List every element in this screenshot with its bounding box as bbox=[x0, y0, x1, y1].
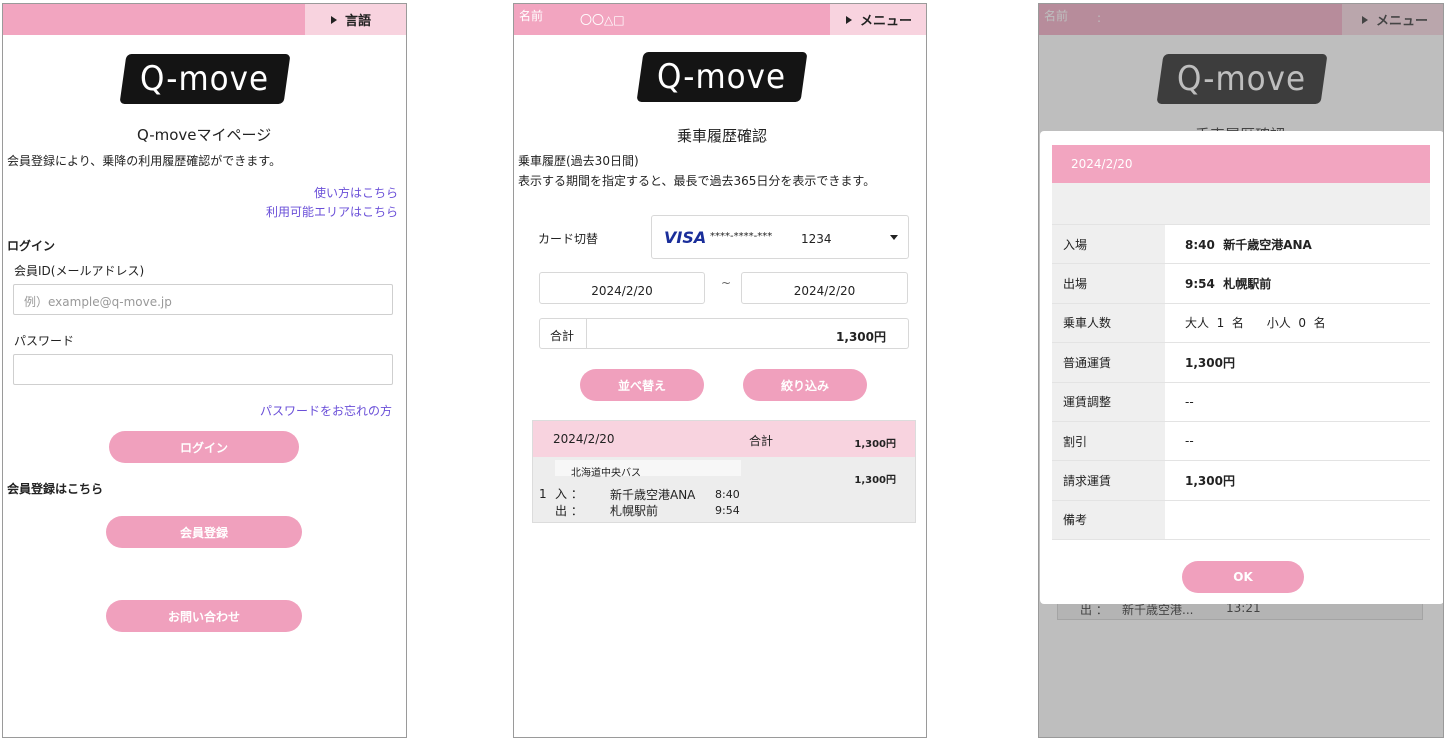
detail-key: 備考 bbox=[1052, 500, 1165, 540]
detail-value: 8:40 新千歳空港ANA bbox=[1185, 237, 1312, 252]
exit-stop: 札幌駅前 bbox=[610, 504, 659, 518]
entry-label: 入 ： bbox=[555, 487, 583, 501]
list-header-total-value: 1,300円 bbox=[854, 439, 896, 450]
member-id-label: 会員ID(メールアドレス) bbox=[14, 264, 145, 278]
ok-button[interactable]: OK bbox=[1182, 561, 1304, 593]
dialog-spacer bbox=[1052, 183, 1430, 225]
detail-value: -- bbox=[1185, 434, 1194, 449]
history-description: 表示する期間を指定すると、最長で過去365日分を表示できます。 bbox=[518, 174, 876, 188]
name-value: 〇〇△□ bbox=[580, 13, 625, 27]
detail-value: 大人 1 名 小人 0 名 bbox=[1185, 316, 1326, 331]
filter-button[interactable]: 絞り込み bbox=[743, 369, 867, 401]
detail-row: 運賃調整 -- bbox=[1052, 382, 1430, 422]
menu-button[interactable]: メニュー bbox=[830, 4, 926, 35]
detail-key: 割引 bbox=[1052, 421, 1165, 461]
detail-key: 入場 bbox=[1052, 225, 1165, 264]
divider bbox=[586, 319, 587, 348]
page-title: Q-moveマイページ bbox=[137, 126, 272, 144]
entry-stop: 新千歳空港ANA bbox=[610, 488, 696, 502]
detail-row: 請求運賃 1,300円 bbox=[1052, 461, 1430, 501]
detail-row: 乗車人数 大人 1 名 小人 0 名 bbox=[1052, 303, 1430, 344]
sort-button[interactable]: 並べ替え bbox=[580, 369, 704, 401]
trip-index: 1 bbox=[539, 487, 547, 501]
dialog-date: 2024/2/20 bbox=[1052, 145, 1430, 183]
contact-button[interactable]: お問い合わせ bbox=[106, 600, 302, 632]
date-range-separator: ~ bbox=[721, 276, 732, 290]
register-heading: 会員登録はこちら bbox=[7, 482, 104, 496]
detail-row: 入場 8:40 新千歳空港ANA bbox=[1052, 225, 1430, 265]
detail-value: 1,300円 bbox=[1185, 474, 1235, 489]
card-switch-label: カード切替 bbox=[538, 232, 599, 246]
register-button[interactable]: 会員登録 bbox=[106, 516, 302, 548]
member-id-input[interactable]: 例）example@q-move.jp bbox=[13, 284, 393, 315]
operator-name: 北海道中央バス bbox=[571, 468, 641, 479]
detail-row: 出場 9:54 札幌駅前 bbox=[1052, 264, 1430, 304]
password-label: パスワード bbox=[14, 334, 75, 348]
q-move-logo: Q-move bbox=[119, 54, 291, 104]
history-range-text: 乗車履歴(過去30日間) bbox=[518, 154, 639, 168]
ride-history-screen: 名前 〇〇△□ メニュー Q-move 乗車履歴確認 乗車履歴(過去30日間) … bbox=[513, 3, 927, 738]
card-select[interactable]: VISA ****-****-*** 1234 bbox=[651, 215, 909, 259]
detail-key: 普通運賃 bbox=[1052, 343, 1165, 382]
detail-key: 出場 bbox=[1052, 264, 1165, 303]
card-mask: ****-****-*** bbox=[710, 231, 773, 242]
login-screen: 言語 Q-move Q-moveマイページ 会員登録により、乗降の利用履歴確認が… bbox=[2, 3, 407, 738]
detail-key: 請求運賃 bbox=[1052, 461, 1165, 500]
list-header-total-label: 合計 bbox=[749, 434, 774, 448]
login-button[interactable]: ログイン bbox=[109, 431, 299, 463]
triangle-right-icon bbox=[331, 15, 337, 24]
menu-label: メニュー bbox=[860, 14, 913, 29]
detail-value bbox=[1165, 501, 1430, 539]
list-item[interactable]: 北海道中央バス 1,300円 1 入 ： 新千歳空港ANA 8:40 出 ： 札… bbox=[533, 458, 915, 523]
language-label: 言語 bbox=[345, 14, 372, 29]
triangle-right-icon bbox=[846, 15, 852, 24]
page-title: 乗車履歴確認 bbox=[677, 127, 768, 145]
detail-table: 2024/2/20 入場 8:40 新千歳空港ANA 出場 9:54 札幌駅前乗車人数… bbox=[1052, 145, 1430, 541]
exit-label: 出 ： bbox=[555, 504, 583, 518]
detail-key: 運賃調整 bbox=[1052, 382, 1165, 421]
exit-time: 9:54 bbox=[715, 504, 740, 517]
login-heading: ログイン bbox=[7, 239, 56, 253]
entry-time: 8:40 bbox=[715, 488, 740, 501]
forgot-password-link[interactable]: パスワードをお忘れの方 bbox=[260, 402, 392, 419]
name-label: 名前 bbox=[519, 9, 544, 23]
date-from-field[interactable]: 2024/2/20 bbox=[539, 272, 705, 304]
trip-fare: 1,300円 bbox=[854, 475, 896, 486]
ride-detail-screen: 名前 : メニュー Q-move 乗車履歴確認 出 ： 新千歳空港... 13:… bbox=[1038, 3, 1444, 738]
page-description: 会員登録により、乗降の利用履歴確認ができます。 bbox=[7, 154, 282, 168]
usage-link[interactable]: 使い方はこちら bbox=[314, 184, 398, 201]
total-label: 合計 bbox=[550, 329, 575, 343]
password-input[interactable] bbox=[13, 354, 393, 385]
detail-key: 乗車人数 bbox=[1052, 303, 1165, 343]
list-header-date: 2024/2/20 bbox=[553, 432, 615, 446]
visa-icon: VISA bbox=[664, 228, 707, 247]
detail-value: -- bbox=[1185, 394, 1194, 409]
history-list: 2024/2/20 合計 1,300円 北海道中央バス 1,300円 1 入 ：… bbox=[532, 420, 916, 523]
date-to-field[interactable]: 2024/2/20 bbox=[741, 272, 908, 304]
language-button[interactable]: 言語 bbox=[305, 4, 406, 35]
detail-row: 割引 -- bbox=[1052, 421, 1430, 462]
total-value: 1,300円 bbox=[836, 330, 886, 344]
ride-detail-dialog: 2024/2/20 入場 8:40 新千歳空港ANA 出場 9:54 札幌駅前乗車人数… bbox=[1040, 131, 1443, 604]
detail-value: 1,300円 bbox=[1185, 355, 1235, 370]
card-last4: 1234 bbox=[801, 232, 832, 246]
total-box: 合計 1,300円 bbox=[539, 318, 909, 349]
detail-row: 備考 bbox=[1052, 500, 1430, 541]
chevron-down-icon bbox=[890, 235, 898, 240]
area-link[interactable]: 利用可能エリアはこちら bbox=[266, 203, 398, 220]
detail-row: 普通運賃 1,300円 bbox=[1052, 343, 1430, 383]
q-move-logo: Q-move bbox=[636, 52, 808, 102]
detail-value: 9:54 札幌駅前 bbox=[1185, 277, 1272, 292]
